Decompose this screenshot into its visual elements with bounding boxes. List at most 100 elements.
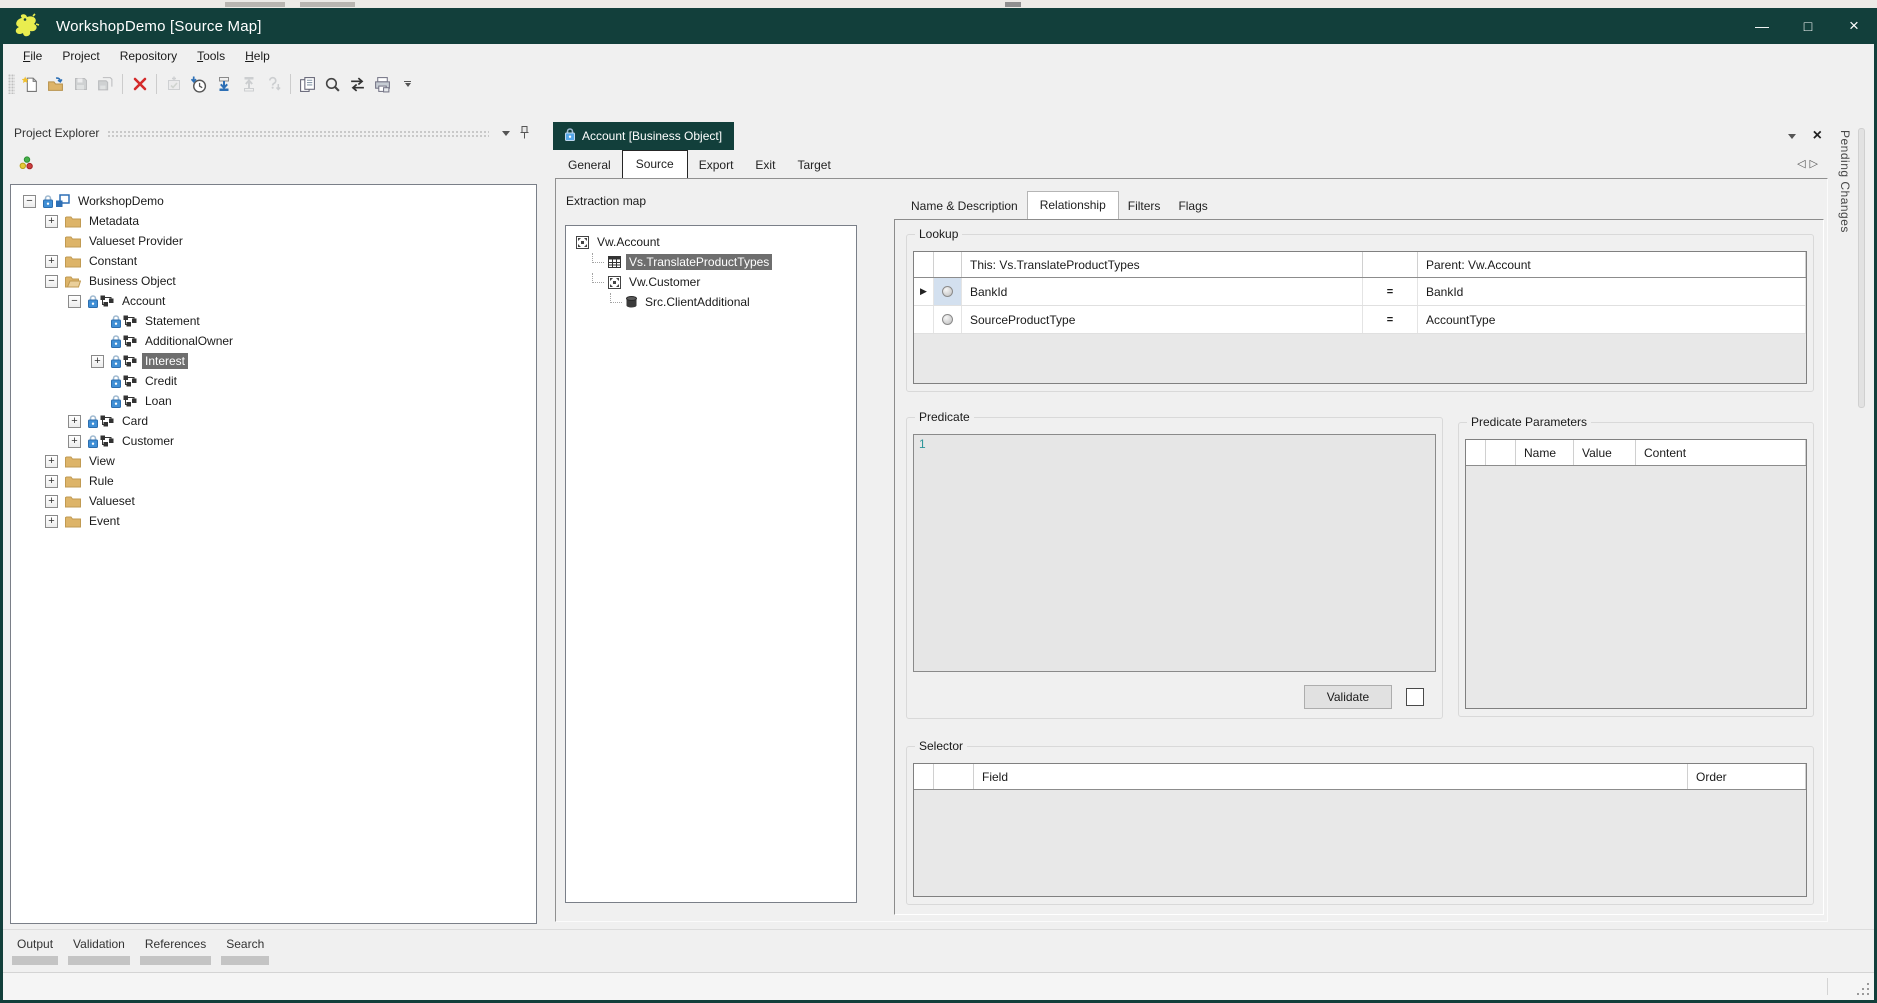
tab-export[interactable]: Export: [688, 153, 745, 178]
lookup-header-row: This: Vs.TranslateProductTypes Parent: V…: [914, 252, 1806, 278]
menu-tools[interactable]: Tools: [187, 45, 235, 67]
tree-item-card[interactable]: Card: [11, 411, 536, 431]
predicate-checkbox[interactable]: [1406, 688, 1424, 706]
tree-item-rule[interactable]: Rule: [11, 471, 536, 491]
extraction-item-vs-translateproducttypes-selected[interactable]: Vs.TranslateProductTypes: [566, 252, 856, 272]
predicate-label: Predicate: [915, 410, 974, 424]
tab-name-description[interactable]: Name & Description: [902, 195, 1027, 219]
extraction-item-label: Vs.TranslateProductTypes: [626, 254, 772, 270]
check-in-icon[interactable]: [161, 72, 186, 96]
expander-icon[interactable]: [68, 415, 81, 428]
filter-status-dots-icon[interactable]: [19, 156, 34, 173]
resize-grip[interactable]: [1856, 982, 1869, 995]
bottom-tab-search[interactable]: Search: [224, 934, 266, 965]
tree-connector: [592, 273, 604, 283]
tree-item-workshopdemo[interactable]: WorkshopDemo: [11, 191, 536, 211]
expander-icon[interactable]: [23, 195, 36, 208]
tree-item-statement[interactable]: Statement: [11, 311, 536, 331]
expander-icon[interactable]: [45, 255, 58, 268]
tab-general[interactable]: General: [557, 153, 622, 178]
toolbar-overflow-icon[interactable]: [395, 72, 420, 96]
tree-item-customer[interactable]: Customer: [11, 431, 536, 451]
tab-scroll-arrows[interactable]: ◁▷: [1797, 157, 1822, 170]
tree-item-constant[interactable]: Constant: [11, 251, 536, 271]
tree-item-valueset[interactable]: Valueset: [11, 491, 536, 511]
history-icon[interactable]: [186, 72, 211, 96]
maximize-button[interactable]: □: [1785, 8, 1831, 44]
tab-target[interactable]: Target: [786, 153, 841, 178]
tree-item-account[interactable]: Account: [11, 291, 536, 311]
expander-icon[interactable]: [91, 355, 104, 368]
app-body: File Project Repository Tools Help: [3, 44, 1874, 1000]
extraction-item-vw-customer[interactable]: Vw.Customer: [566, 272, 856, 292]
bottom-tab-edge: [221, 956, 269, 965]
tree-item-additionalowner[interactable]: AdditionalOwner: [11, 331, 536, 351]
selector-group: Selector Field Order: [906, 746, 1814, 905]
compare-icon[interactable]: [345, 72, 370, 96]
tree-item-event[interactable]: Event: [11, 511, 536, 531]
validate-button[interactable]: Validate: [1304, 685, 1392, 709]
minimize-button[interactable]: —: [1739, 8, 1785, 44]
new-item-icon[interactable]: [18, 72, 43, 96]
tab-filters[interactable]: Filters: [1119, 195, 1170, 219]
check-out-icon[interactable]: [236, 72, 261, 96]
tree-item-loan[interactable]: Loan: [11, 391, 536, 411]
document-list-dropdown-icon[interactable]: [1783, 127, 1801, 145]
lookup-grid: This: Vs.TranslateProductTypes Parent: V…: [913, 251, 1807, 384]
tree-item-view[interactable]: View: [11, 451, 536, 471]
expander-icon[interactable]: [45, 475, 58, 488]
parent-field-cell[interactable]: BankId: [1418, 278, 1806, 305]
print-icon[interactable]: [370, 72, 395, 96]
expander-icon[interactable]: [45, 275, 58, 288]
expander-icon[interactable]: [68, 295, 81, 308]
expander-icon[interactable]: [45, 455, 58, 468]
undo-checkout-icon[interactable]: [261, 72, 286, 96]
tree-item-valueset-provider[interactable]: Valueset Provider: [11, 231, 536, 251]
extraction-item-vw-account[interactable]: Vw.Account: [566, 232, 856, 252]
menu-project[interactable]: Project: [52, 45, 109, 67]
expander-icon[interactable]: [68, 435, 81, 448]
properties-icon[interactable]: [295, 72, 320, 96]
lock-icon: [111, 315, 121, 328]
tab-exit[interactable]: Exit: [744, 153, 786, 178]
save-all-icon[interactable]: [93, 72, 118, 96]
tree-item-label: Constant: [86, 253, 140, 269]
document-tab-account[interactable]: Account [Business Object]: [553, 122, 734, 150]
document-close-icon[interactable]: [1813, 127, 1822, 145]
bottom-tab-references[interactable]: References: [143, 934, 208, 965]
toolbar-grip[interactable]: [8, 74, 15, 94]
tree-item-metadata[interactable]: Metadata: [11, 211, 536, 231]
close-button[interactable]: ×: [1831, 8, 1877, 44]
search-icon[interactable]: [320, 72, 345, 96]
menu-repository[interactable]: Repository: [110, 45, 187, 67]
tab-source[interactable]: Source: [622, 150, 688, 178]
predicate-editor[interactable]: 1: [913, 434, 1436, 672]
open-icon[interactable]: [43, 72, 68, 96]
tree-item-credit[interactable]: Credit: [11, 371, 536, 391]
parent-field-cell[interactable]: AccountType: [1418, 306, 1806, 333]
tree-item-interest-selected[interactable]: Interest: [11, 351, 536, 371]
menu-help[interactable]: Help: [235, 45, 280, 67]
this-field-cell[interactable]: SourceProductType: [962, 306, 1363, 333]
save-icon[interactable]: [68, 72, 93, 96]
bottom-tab-validation[interactable]: Validation: [71, 934, 127, 965]
expander-icon[interactable]: [45, 215, 58, 228]
delete-icon[interactable]: [127, 72, 152, 96]
extraction-map-label: Extraction map: [566, 194, 646, 208]
expander-icon[interactable]: [45, 495, 58, 508]
get-latest-icon[interactable]: [211, 72, 236, 96]
tab-relationship[interactable]: Relationship: [1027, 191, 1119, 220]
expander-icon[interactable]: [45, 515, 58, 528]
menu-file[interactable]: File: [13, 45, 52, 67]
pending-changes-side-tab[interactable]: Pending Changes: [1836, 124, 1868, 924]
extraction-item-src-clientadditional[interactable]: Src.ClientAdditional: [566, 292, 856, 312]
lookup-row-sourceproducttype[interactable]: SourceProductType = AccountType: [914, 306, 1806, 334]
lookup-row-bankid[interactable]: BankId = BankId: [914, 278, 1806, 306]
bottom-tab-output[interactable]: Output: [15, 934, 55, 965]
this-field-cell[interactable]: BankId: [962, 278, 1363, 305]
tree-item-business-object[interactable]: Business Object: [11, 271, 536, 291]
business-object-icon: [123, 335, 137, 347]
panel-menu-icon[interactable]: [497, 124, 515, 142]
tab-flags[interactable]: Flags: [1169, 195, 1216, 219]
pin-icon[interactable]: [515, 124, 533, 142]
